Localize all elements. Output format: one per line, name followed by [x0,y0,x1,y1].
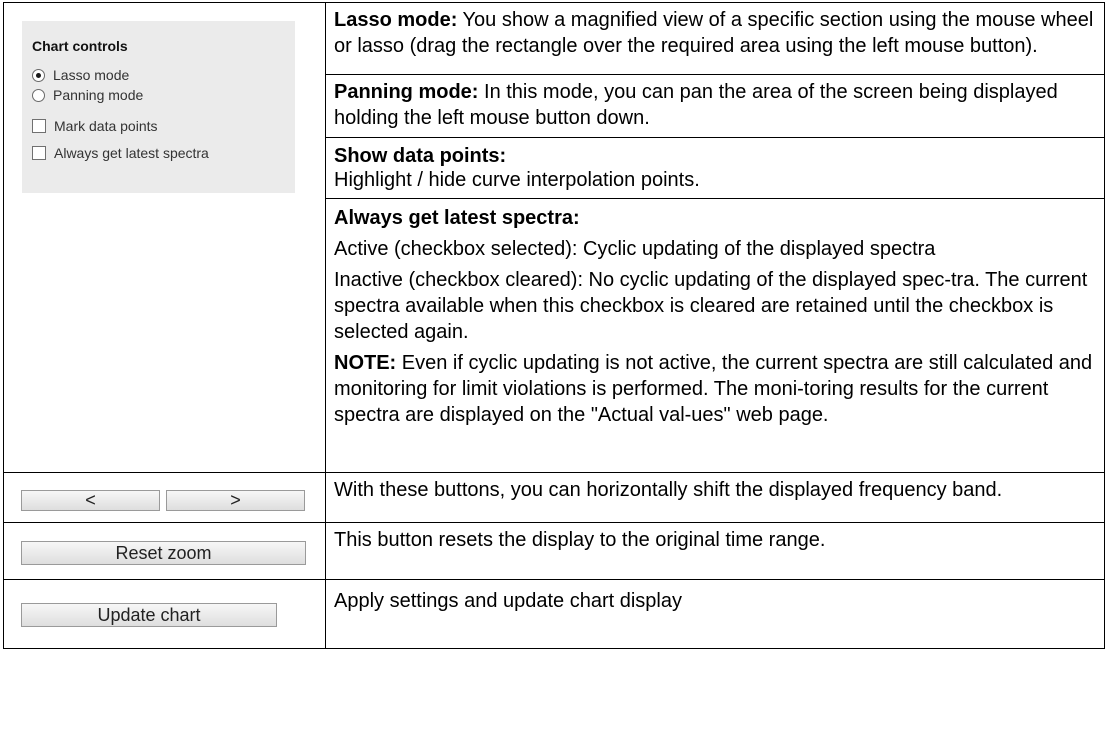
mark-data-points-checkbox[interactable] [32,119,46,133]
table-row: Chart controls Lasso mode Panning mode M… [3,2,1105,473]
panning-title: Panning mode: [334,81,479,103]
update-description: Apply settings and update chart display [325,579,1105,649]
update-chart-button[interactable]: Update chart [21,603,277,627]
mark-data-points-label: Mark data points [54,118,158,134]
table-row: Update chart Apply settings and update c… [3,579,1105,649]
panning-description: Panning mode: In this mode, you can pan … [325,74,1105,138]
panning-mode-label: Panning mode [53,87,144,103]
always-latest-option[interactable]: Always get latest spectra [32,145,209,161]
show-points-title: Show data points: [334,145,507,167]
reset-button-cell: Reset zoom [3,522,326,580]
note-text: Even if cyclic updating is not active, t… [334,352,1093,426]
panning-mode-option[interactable]: Panning mode [32,87,143,103]
lasso-mode-label: Lasso mode [53,67,130,83]
lasso-title: Lasso mode: [334,9,458,31]
show-points-description: Show data points: Highlight / hide curve… [325,137,1105,199]
always-inactive-text: Inactive (checkbox cleared): No cyclic u… [334,269,1088,343]
update-text: Apply settings and update chart display [334,590,682,612]
show-points-text: Highlight / hide curve interpolation poi… [334,169,700,191]
panning-mode-radio[interactable] [32,88,45,102]
chart-controls-title: Chart controls [32,38,128,54]
chart-controls-panel: Chart controls Lasso mode Panning mode M… [22,21,295,193]
shift-buttons-cell: < > [3,472,326,523]
shift-text: With these buttons, you can horizontally… [334,479,1003,501]
shift-description: With these buttons, you can horizontally… [325,472,1105,523]
next-button[interactable]: > [166,490,305,511]
previous-button[interactable]: < [21,490,160,511]
table-row: < > With these buttons, you can horizont… [3,472,1105,523]
update-button-cell: Update chart [3,579,326,649]
always-latest-description: Always get latest spectra: Active (check… [325,198,1105,473]
description-table: Chart controls Lasso mode Panning mode M… [3,2,1105,649]
note-title: NOTE: [334,352,397,374]
lasso-description: Lasso mode: You show a magnified view of… [325,2,1105,75]
table-row: Reset zoom This button resets the displa… [3,522,1105,580]
chart-controls-cell: Chart controls Lasso mode Panning mode M… [3,2,326,473]
reset-zoom-button[interactable]: Reset zoom [21,541,306,565]
always-active-text: Active (checkbox selected): Cyclic updat… [334,238,936,260]
always-title: Always get latest spectra: [334,207,580,229]
lasso-mode-radio[interactable] [32,68,45,82]
always-latest-label: Always get latest spectra [54,145,209,161]
always-latest-checkbox[interactable] [32,146,46,160]
reset-text: This button resets the display to the or… [334,529,826,551]
lasso-mode-option[interactable]: Lasso mode [32,67,129,83]
reset-description: This button resets the display to the or… [325,522,1105,580]
mark-data-points-option[interactable]: Mark data points [32,118,158,134]
